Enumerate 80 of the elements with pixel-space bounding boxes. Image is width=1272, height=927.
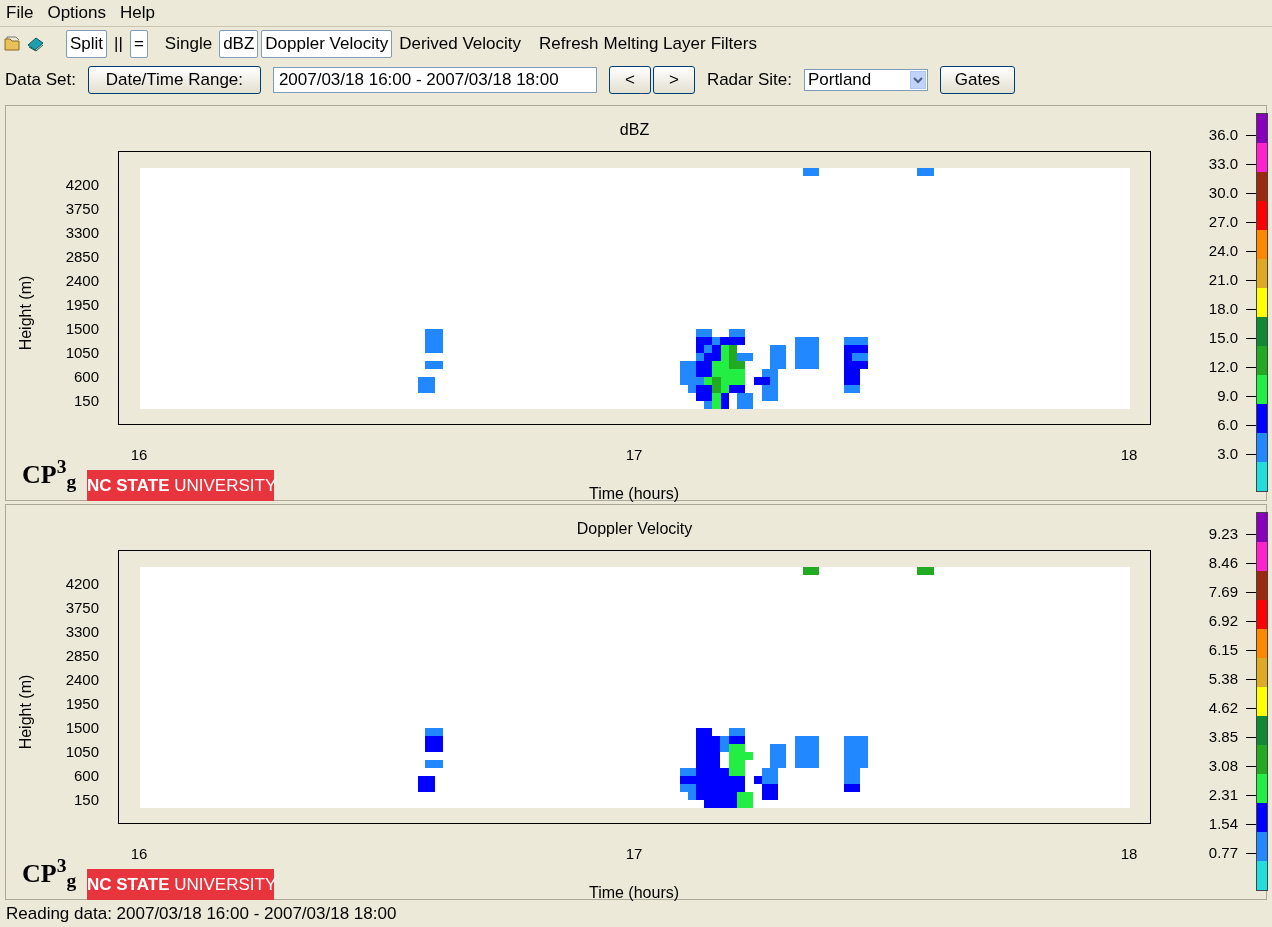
axis-label: Time (hours) — [587, 484, 681, 504]
chart-title: dBZ — [618, 120, 651, 140]
axis-tick-label: 1050 — [64, 743, 99, 761]
axis-tick-label: 2400 — [64, 272, 99, 290]
axis-tick-label: 4200 — [64, 176, 99, 194]
color-scale-label: 27.0 — [1207, 212, 1238, 232]
color-scale-label: 3.0 — [1216, 444, 1238, 464]
view-toggle[interactable]: Single — [160, 30, 217, 58]
axis-tick-label: 18 — [1119, 844, 1139, 864]
view-toggle[interactable]: Split — [66, 30, 108, 58]
axis-tick-label: 600 — [72, 368, 99, 386]
color-scale-label: 7.69 — [1207, 582, 1238, 602]
axis-tick-label: 16 — [129, 844, 149, 864]
chart-title: Doppler Velocity — [575, 519, 694, 539]
view-toggle[interactable]: Derived Velocity — [395, 30, 526, 58]
date-range-field[interactable]: 2007/03/18 16:00 - 2007/03/18 18:00 — [272, 67, 597, 93]
color-scale-label: 4.62 — [1207, 698, 1238, 718]
field-label: Radar Site: — [706, 69, 792, 92]
view-toggle[interactable]: dBZ — [219, 30, 259, 58]
axis-tick-label: 17 — [624, 445, 644, 465]
color-scale-label: 2.31 — [1207, 785, 1238, 805]
book-icon[interactable] — [26, 36, 44, 52]
axis-tick-label: 1500 — [64, 719, 99, 737]
axis-tick-label: 2400 — [64, 671, 99, 689]
open-folder-icon[interactable] — [4, 36, 22, 52]
axis-tick-label: 1500 — [64, 320, 99, 338]
color-scale-label: 1.54 — [1207, 814, 1238, 834]
menu-item[interactable]: Help — [120, 0, 155, 26]
axis-tick-label: 1950 — [64, 695, 99, 713]
view-toggle[interactable]: || — [110, 30, 127, 58]
color-scale-label: 0.77 — [1207, 843, 1238, 863]
toolbar-button[interactable]: Refresh — [538, 30, 600, 58]
color-scale-label: 9.0 — [1216, 386, 1238, 406]
axis-tick-label: 3300 — [64, 623, 99, 641]
toolbar-button[interactable]: Melting Layer — [602, 30, 707, 58]
color-scale-label: 30.0 — [1207, 183, 1238, 203]
field-label: Data Set: — [5, 69, 76, 92]
axis-tick-label: 1050 — [64, 344, 99, 362]
axis-tick-label: 150 — [72, 791, 99, 809]
axis-tick-label: 600 — [72, 767, 99, 785]
previous-button[interactable]: < — [608, 66, 651, 94]
axis-tick-label: 16 — [129, 445, 149, 465]
axis-label: Height (m) — [16, 673, 35, 752]
color-scale-label: 15.0 — [1207, 328, 1238, 348]
radar-site-select[interactable]: Portland — [803, 69, 928, 91]
axis-tick-label: 18 — [1119, 445, 1139, 465]
axis-tick-label: 2850 — [64, 647, 99, 665]
axis-tick-label: 1950 — [64, 296, 99, 314]
axis-tick-label: 150 — [72, 392, 99, 410]
axis-tick-label: 17 — [624, 844, 644, 864]
axis-tick-label: 3300 — [64, 224, 99, 242]
color-scale-label: 18.0 — [1207, 299, 1238, 319]
menu-item[interactable]: File — [6, 0, 34, 26]
color-scale-label: 6.92 — [1207, 611, 1238, 631]
color-scale-label: 3.85 — [1207, 727, 1238, 747]
color-scale-label: 6.0 — [1216, 415, 1238, 435]
color-scale-label: 33.0 — [1207, 154, 1238, 174]
color-scale-label: 36.0 — [1207, 125, 1238, 145]
view-toggle[interactable]: = — [129, 30, 148, 58]
axis-tick-label: 2850 — [64, 248, 99, 266]
axis-tick-label: 3750 — [64, 200, 99, 218]
toolbar-button[interactable]: Filters — [709, 30, 758, 58]
color-scale-label: 8.46 — [1207, 553, 1238, 573]
axis-tick-label: 3750 — [64, 599, 99, 617]
status-text: Reading data: 2007/03/18 16:00 - 2007/03/18 18:00 — [5, 903, 398, 926]
view-toggle[interactable]: Doppler Velocity — [261, 30, 393, 58]
color-scale-label: 3.08 — [1207, 756, 1238, 776]
axis-label: Height (m) — [16, 274, 35, 353]
color-scale-label: 6.15 — [1207, 640, 1238, 660]
next-button[interactable]: > — [652, 66, 695, 94]
menu-item[interactable]: Options — [47, 0, 106, 26]
color-scale-label: 24.0 — [1207, 241, 1238, 261]
gates-button[interactable]: Gates — [939, 66, 1015, 94]
date-range-button[interactable]: Date/Time Range: — [87, 66, 261, 94]
axis-tick-label: 4200 — [64, 575, 99, 593]
color-scale-label: 9.23 — [1207, 524, 1238, 544]
axis-label: Time (hours) — [587, 883, 681, 903]
color-scale-label: 21.0 — [1207, 270, 1238, 290]
color-scale-label: 5.38 — [1207, 669, 1238, 689]
color-scale-label: 12.0 — [1207, 357, 1238, 377]
